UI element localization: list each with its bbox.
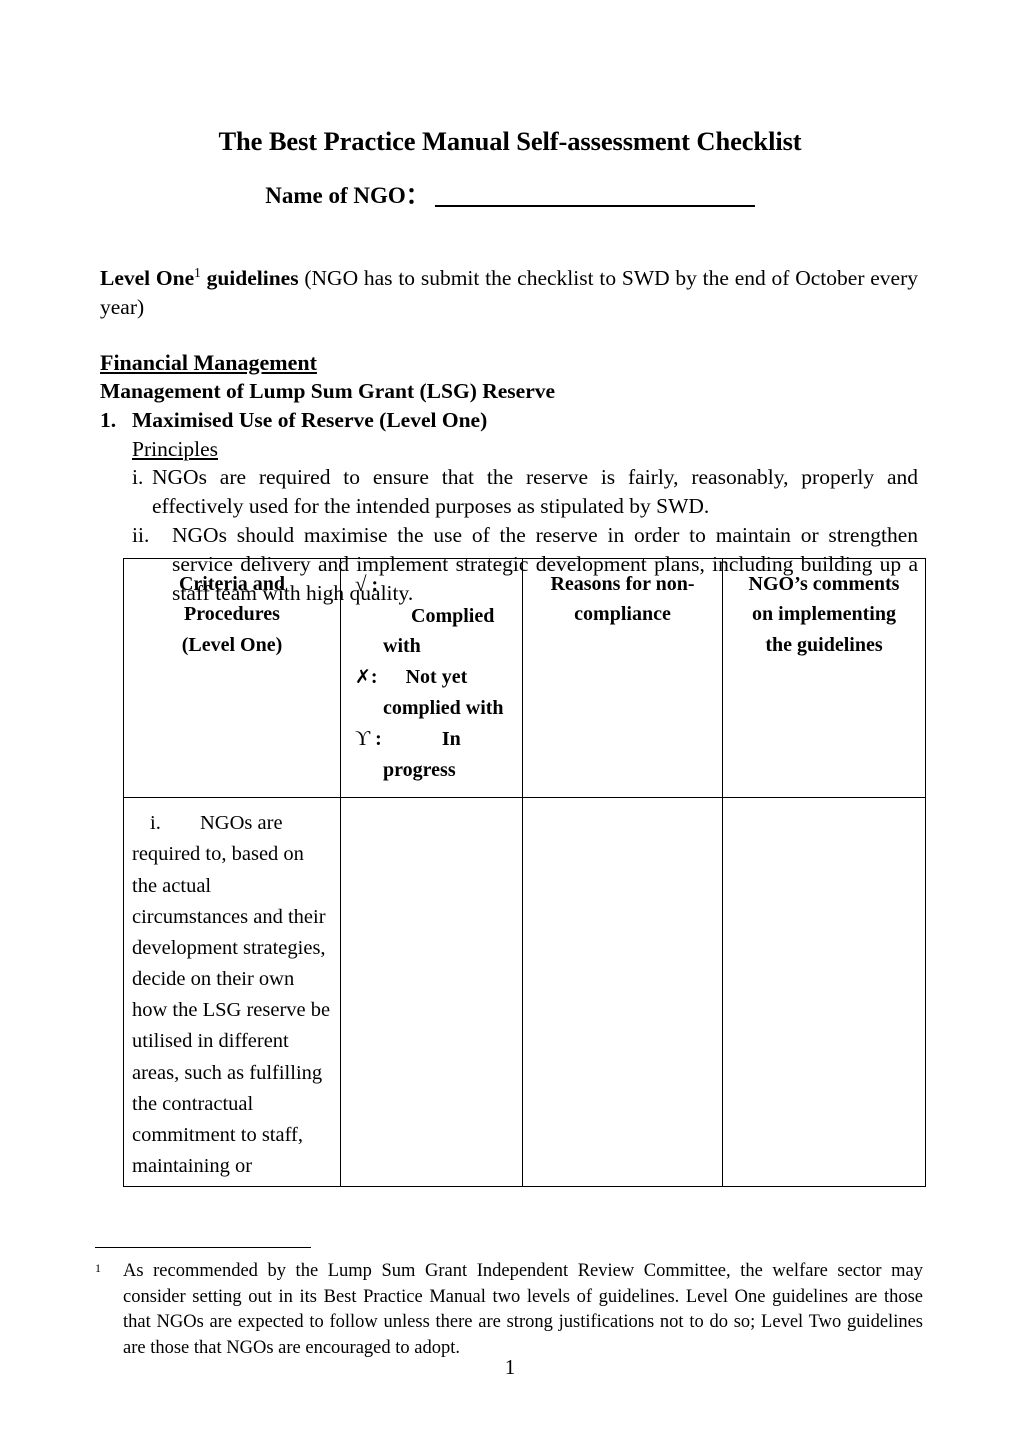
footnote-reference-1[interactable]: 1 bbox=[194, 265, 201, 280]
table-row: i. NGOs are required to, based on the act… bbox=[123, 797, 926, 1188]
table-header-compliance-symbols: √ : Complied with ✗: Not yet complied wit… bbox=[340, 557, 523, 799]
symbol-legend-upsilon-label-1: In bbox=[441, 727, 461, 750]
table-cell-comments[interactable] bbox=[722, 797, 926, 1188]
table-cell-reasons[interactable] bbox=[522, 797, 723, 1188]
symbol-legend-upsilon-label-2: progress bbox=[383, 758, 456, 781]
footnote-separator-rule bbox=[95, 1247, 311, 1248]
ngo-name-blank-field[interactable] bbox=[434, 205, 755, 207]
table-cell-comments-input[interactable] bbox=[723, 798, 925, 812]
numbered-item-1-title: Maximised Use of Reserve (Level One) bbox=[132, 407, 488, 432]
symbol-colon-3: : bbox=[375, 727, 382, 750]
footnote-1-text: As recommended by the Lump Sum Grant Ind… bbox=[123, 1261, 923, 1358]
page-title: The Best Practice Manual Self-assessment… bbox=[218, 126, 802, 156]
numbered-item-1: 1. Maximised Use of Reserve (Level One) bbox=[100, 406, 918, 435]
table-header-criteria-line-3: (Level One) bbox=[181, 633, 283, 656]
table-header-comments-line-3: the guidelines bbox=[765, 633, 883, 656]
table-cell-reasons-input[interactable] bbox=[523, 798, 722, 812]
table-cell-compliance-input[interactable] bbox=[341, 798, 522, 812]
document-page: The Best Practice Manual Self-assessment… bbox=[0, 0, 1020, 1443]
numbered-item-1-number: 1. bbox=[100, 407, 117, 432]
footnote-1-number: 1 bbox=[95, 1261, 101, 1275]
table-header-comments-inner: NGO’s comments on implementing the guide… bbox=[723, 559, 925, 672]
table-cell-compliance[interactable] bbox=[340, 797, 523, 1188]
principle-item-i-text: NGOs are required to ensure that the res… bbox=[152, 465, 918, 519]
table-header-criteria-line-2: Procedures bbox=[184, 603, 280, 626]
table-header-reasons-line-1: Reasons for non- bbox=[550, 573, 695, 595]
principle-item-i: i. NGOs are required to ensure that the … bbox=[132, 463, 918, 521]
page-number: 1 bbox=[504, 1355, 516, 1379]
table-cell-criteria-inner: i. NGOs are required to, based on the act… bbox=[124, 798, 340, 1186]
symbol-legend-x-label-1: Not yet bbox=[405, 665, 468, 688]
table-header-criteria-inner: Criteria and Procedures (Level One) bbox=[124, 559, 340, 672]
section-heading-financial-management: Financial Management bbox=[100, 349, 317, 375]
check-mark-icon: √ bbox=[355, 572, 367, 596]
table-header-criteria: Criteria and Procedures (Level One) bbox=[123, 557, 341, 799]
table-header-reasons-line-2: compliance bbox=[574, 603, 671, 626]
table-header-comments-line-2: on implementing bbox=[752, 603, 896, 626]
financial-management-heading-wrap: Financial Management bbox=[100, 322, 918, 378]
table-cell-criteria-text: NGOs are required to, based on the actua… bbox=[132, 812, 331, 1177]
table-header-comments: NGO’s comments on implementing the guide… bbox=[722, 557, 926, 799]
cross-mark-icon: ✗ bbox=[355, 666, 371, 688]
symbol-colon-2: : bbox=[370, 665, 378, 688]
principles-label: Principles bbox=[132, 436, 218, 461]
principle-item-i-mark: i. bbox=[132, 465, 144, 490]
table-header-criteria-line-1: Criteria and bbox=[178, 573, 286, 595]
symbol-legend-check-label: Complied with bbox=[383, 604, 495, 658]
ngo-name-line: Name of NGO： bbox=[0, 182, 1020, 210]
table-header-reasons: Reasons for non- compliance bbox=[522, 557, 723, 799]
upsilon-mark-icon: ϒ bbox=[355, 725, 371, 750]
principles-label-wrap: Principles bbox=[100, 435, 918, 464]
table-header-row: Criteria and Procedures (Level One) √ : … bbox=[123, 557, 926, 799]
level-one-bold-text: Level One bbox=[100, 266, 195, 290]
table-row-mark: i. bbox=[150, 812, 161, 835]
table-header-comments-line-1: NGO’s comments bbox=[748, 573, 900, 595]
symbol-colon-1: : bbox=[371, 574, 379, 596]
table-cell-criteria: i. NGOs are required to, based on the act… bbox=[123, 797, 341, 1188]
ngo-name-label: Name of NGO： bbox=[265, 183, 429, 208]
symbol-legend-check-row: √ : bbox=[355, 569, 514, 601]
footnote-1: 1 As recommended by the Lump Sum Grant I… bbox=[95, 1259, 923, 1361]
table-header-compliance-symbols-inner: √ : Complied with ✗: Not yet complied wit… bbox=[341, 559, 522, 797]
level-one-intro-paragraph: Level One1 guidelines (NGO has to submit… bbox=[100, 264, 918, 322]
symbol-legend-upsilon-row: ϒ : In bbox=[355, 723, 514, 755]
symbol-legend-x-label-2: complied with bbox=[383, 696, 504, 719]
subsection-heading-lsg-reserve: Management of Lump Sum Grant (LSG) Reser… bbox=[100, 379, 556, 404]
table-header-reasons-inner: Reasons for non- compliance bbox=[523, 559, 722, 642]
symbol-legend-x-row: ✗: Not yet bbox=[355, 662, 514, 693]
guidelines-bold-text: guidelines bbox=[200, 266, 305, 290]
self-assessment-checklist-table: Criteria and Procedures (Level One) √ : … bbox=[123, 557, 926, 1188]
document-body: Level One1 guidelines (NGO has to submit… bbox=[100, 264, 918, 607]
